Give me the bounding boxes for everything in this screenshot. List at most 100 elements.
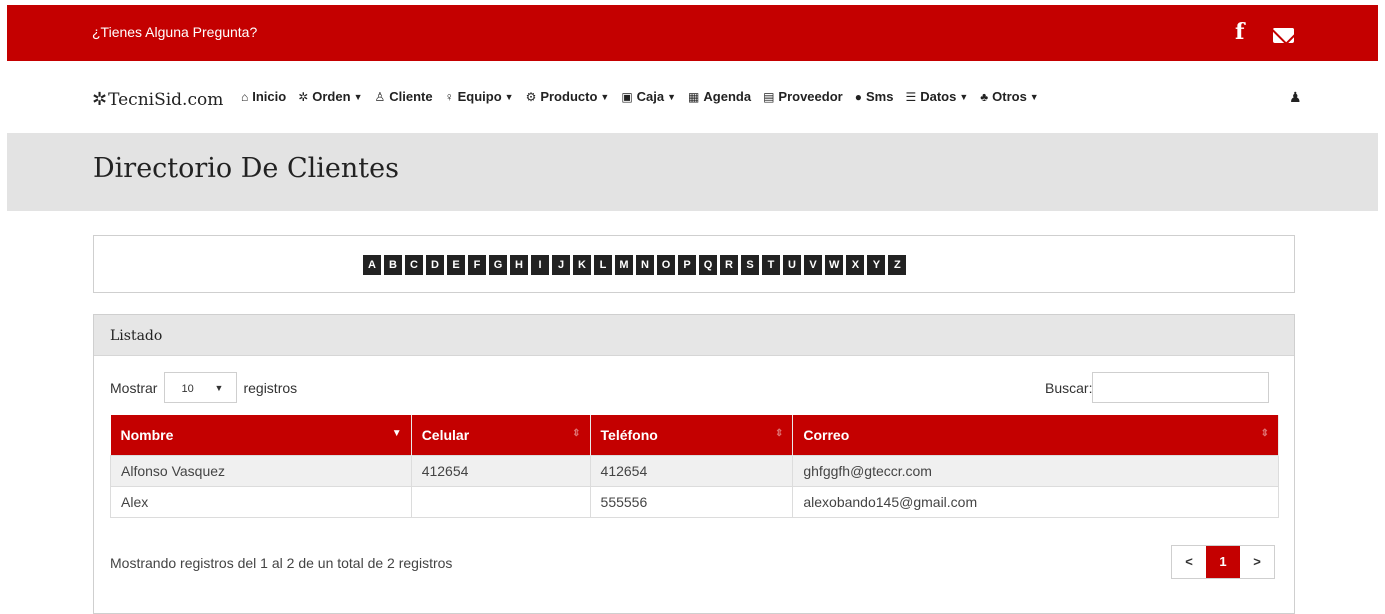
caret-down-icon: ▼ xyxy=(667,91,677,102)
nav-item-inicio[interactable]: ⌂ Inicio xyxy=(241,89,286,104)
chevron-down-icon: ▼ xyxy=(214,383,224,393)
nav-item-otros[interactable]: ♣ Otros ▼ xyxy=(980,89,1038,104)
column-header-celular[interactable]: Celular ⇕ xyxy=(411,415,591,455)
alphabet-filter: ABCDEFGHIJKLMNOPQRSTUVWXYZ xyxy=(93,235,1295,293)
show-label: Mostrar xyxy=(110,379,158,396)
panel-title: Listado xyxy=(94,315,1294,356)
letter-filter-h[interactable]: H xyxy=(510,255,528,275)
user-icon[interactable]: ♟ xyxy=(1289,89,1302,106)
letter-filter-a[interactable]: A xyxy=(363,255,381,275)
brand-logo[interactable]: ✲TecniSid.com xyxy=(92,89,223,110)
table-cell: 412654 xyxy=(589,454,794,487)
letter-filter-b[interactable]: B xyxy=(384,255,402,275)
alphabet-letters: ABCDEFGHIJKLMNOPQRSTUVWXYZ xyxy=(363,255,907,275)
clients-table: Nombre ▼ Celular ⇕ Teléfono ⇕ Correo ⇕ Alfonso … xyxy=(110,415,1279,518)
sitemap-icon: ♣ xyxy=(980,89,989,104)
records-label: registros xyxy=(243,379,298,396)
letter-filter-n[interactable]: N xyxy=(636,255,654,275)
facebook-icon[interactable]: f xyxy=(1235,19,1244,45)
letter-filter-e[interactable]: E xyxy=(447,255,465,275)
nav-item-equipo[interactable]: ♀ Equipo ▼ xyxy=(445,89,514,104)
column-header-correo[interactable]: Correo ⇕ xyxy=(792,415,1279,455)
letter-filter-y[interactable]: Y xyxy=(867,255,886,275)
table-row[interactable]: Alex 555556 alexobando145@gmail.com xyxy=(110,485,1279,518)
table-cell: 412654 xyxy=(410,454,591,487)
sort-icon: ⇕ xyxy=(774,428,784,439)
caret-down-icon: ▼ xyxy=(1029,91,1039,102)
letter-filter-k[interactable]: K xyxy=(573,255,591,275)
search-label: Buscar: xyxy=(1045,379,1093,396)
nav-item-proveedor[interactable]: ▤ Proveedor xyxy=(763,89,843,104)
column-header-nombre[interactable]: Nombre ▼ xyxy=(110,415,412,455)
letter-filter-i[interactable]: I xyxy=(531,255,549,275)
nav-item-label: Cliente xyxy=(389,89,433,104)
nav-item-producto[interactable]: ⚙ Producto ▼ xyxy=(526,89,610,104)
chat-icon: ● xyxy=(854,89,862,104)
table-cell: alexobando145@gmail.com xyxy=(792,485,1279,518)
navbar: ✲TecniSid.com ⌂ Inicio ✲ Orden ▼ ♙ Cliente ♀ Equ… xyxy=(0,61,1385,133)
person-icon: ♙ xyxy=(374,89,386,104)
letter-filter-m[interactable]: M xyxy=(615,255,633,275)
letter-filter-o[interactable]: O xyxy=(657,255,675,275)
letter-filter-p[interactable]: P xyxy=(678,255,696,275)
letter-filter-z[interactable]: Z xyxy=(888,255,907,275)
nav-item-cliente[interactable]: ♙ Cliente xyxy=(374,89,432,104)
letter-filter-s[interactable]: S xyxy=(741,255,759,275)
nav-item-label: Proveedor xyxy=(778,89,843,104)
gear-icon: ✲ xyxy=(92,89,108,110)
letter-filter-w[interactable]: W xyxy=(825,255,844,275)
search-input[interactable] xyxy=(1092,372,1270,403)
letter-filter-u[interactable]: U xyxy=(783,255,801,275)
caret-down-icon: ▼ xyxy=(353,91,363,102)
nav-item-sms[interactable]: ● Sms xyxy=(855,89,894,104)
letter-filter-d[interactable]: D xyxy=(426,255,444,275)
letter-filter-v[interactable]: V xyxy=(804,255,822,275)
table-cell: 555556 xyxy=(589,485,794,518)
nav-item-orden[interactable]: ✲ Orden ▼ xyxy=(298,89,362,104)
letter-filter-c[interactable]: C xyxy=(405,255,423,275)
page-title: Directorio De Clientes xyxy=(93,153,399,184)
sort-desc-icon: ▼ xyxy=(391,428,402,439)
nav-item-label: Agenda xyxy=(703,89,752,104)
nav-item-agenda[interactable]: ▦ Agenda xyxy=(688,89,751,104)
nav-item-datos[interactable]: ☰ Datos ▼ xyxy=(905,89,968,104)
letter-filter-f[interactable]: F xyxy=(468,255,486,275)
letter-filter-r[interactable]: R xyxy=(720,255,738,275)
nav-item-caja[interactable]: ▣ Caja ▼ xyxy=(621,89,676,104)
table-cell xyxy=(410,485,591,518)
page-length-control: Mostrar 10 ▼ registros xyxy=(110,372,297,403)
next-page-button[interactable]: > xyxy=(1240,546,1274,578)
cash-icon: ▣ xyxy=(621,89,633,104)
sort-icon: ⇕ xyxy=(572,428,581,439)
table-row[interactable]: Alfonso Vasquez 412654 412654 ghfggfh@gtecc… xyxy=(110,454,1279,487)
nav-item-label: Inicio xyxy=(252,89,287,104)
brand-name: TecniSid.com xyxy=(108,90,224,110)
mail-icon[interactable] xyxy=(1273,28,1294,43)
table-info: Mostrando registros del 1 al 2 de un tot… xyxy=(110,555,453,571)
letter-filter-g[interactable]: G xyxy=(489,255,507,275)
nav-item-label: Sms xyxy=(865,89,894,104)
caret-down-icon: ▼ xyxy=(600,91,610,102)
page-length-value: 10 xyxy=(181,383,194,395)
column-header-teléfono[interactable]: Teléfono ⇕ xyxy=(590,415,794,455)
table-cell: ghfggfh@gteccr.com xyxy=(792,454,1279,487)
prev-page-button[interactable]: < xyxy=(1172,546,1206,578)
calendar-icon: ▦ xyxy=(688,89,700,104)
page-length-select[interactable]: 10 ▼ xyxy=(164,372,238,403)
list-icon: ☰ xyxy=(905,89,917,104)
letter-filter-q[interactable]: Q xyxy=(699,255,717,275)
nav-item-label: Otros xyxy=(992,89,1027,104)
letter-filter-t[interactable]: T xyxy=(762,255,780,275)
letter-filter-l[interactable]: L xyxy=(594,255,612,275)
column-header-label: Nombre xyxy=(120,426,174,443)
caret-down-icon: ▼ xyxy=(504,91,514,102)
lightbulb-icon: ♀ xyxy=(444,89,454,104)
letter-filter-x[interactable]: X xyxy=(846,255,865,275)
question-text: ¿Tienes Alguna Pregunta? xyxy=(92,24,258,40)
letter-filter-j[interactable]: J xyxy=(552,255,570,275)
current-page-button[interactable]: 1 xyxy=(1206,546,1240,578)
pagination: < 1 > xyxy=(1171,545,1275,579)
column-header-label: Correo xyxy=(803,426,850,443)
caret-down-icon: ▼ xyxy=(959,91,969,102)
table-header-row: Nombre ▼ Celular ⇕ Teléfono ⇕ Correo ⇕ xyxy=(110,415,1279,455)
